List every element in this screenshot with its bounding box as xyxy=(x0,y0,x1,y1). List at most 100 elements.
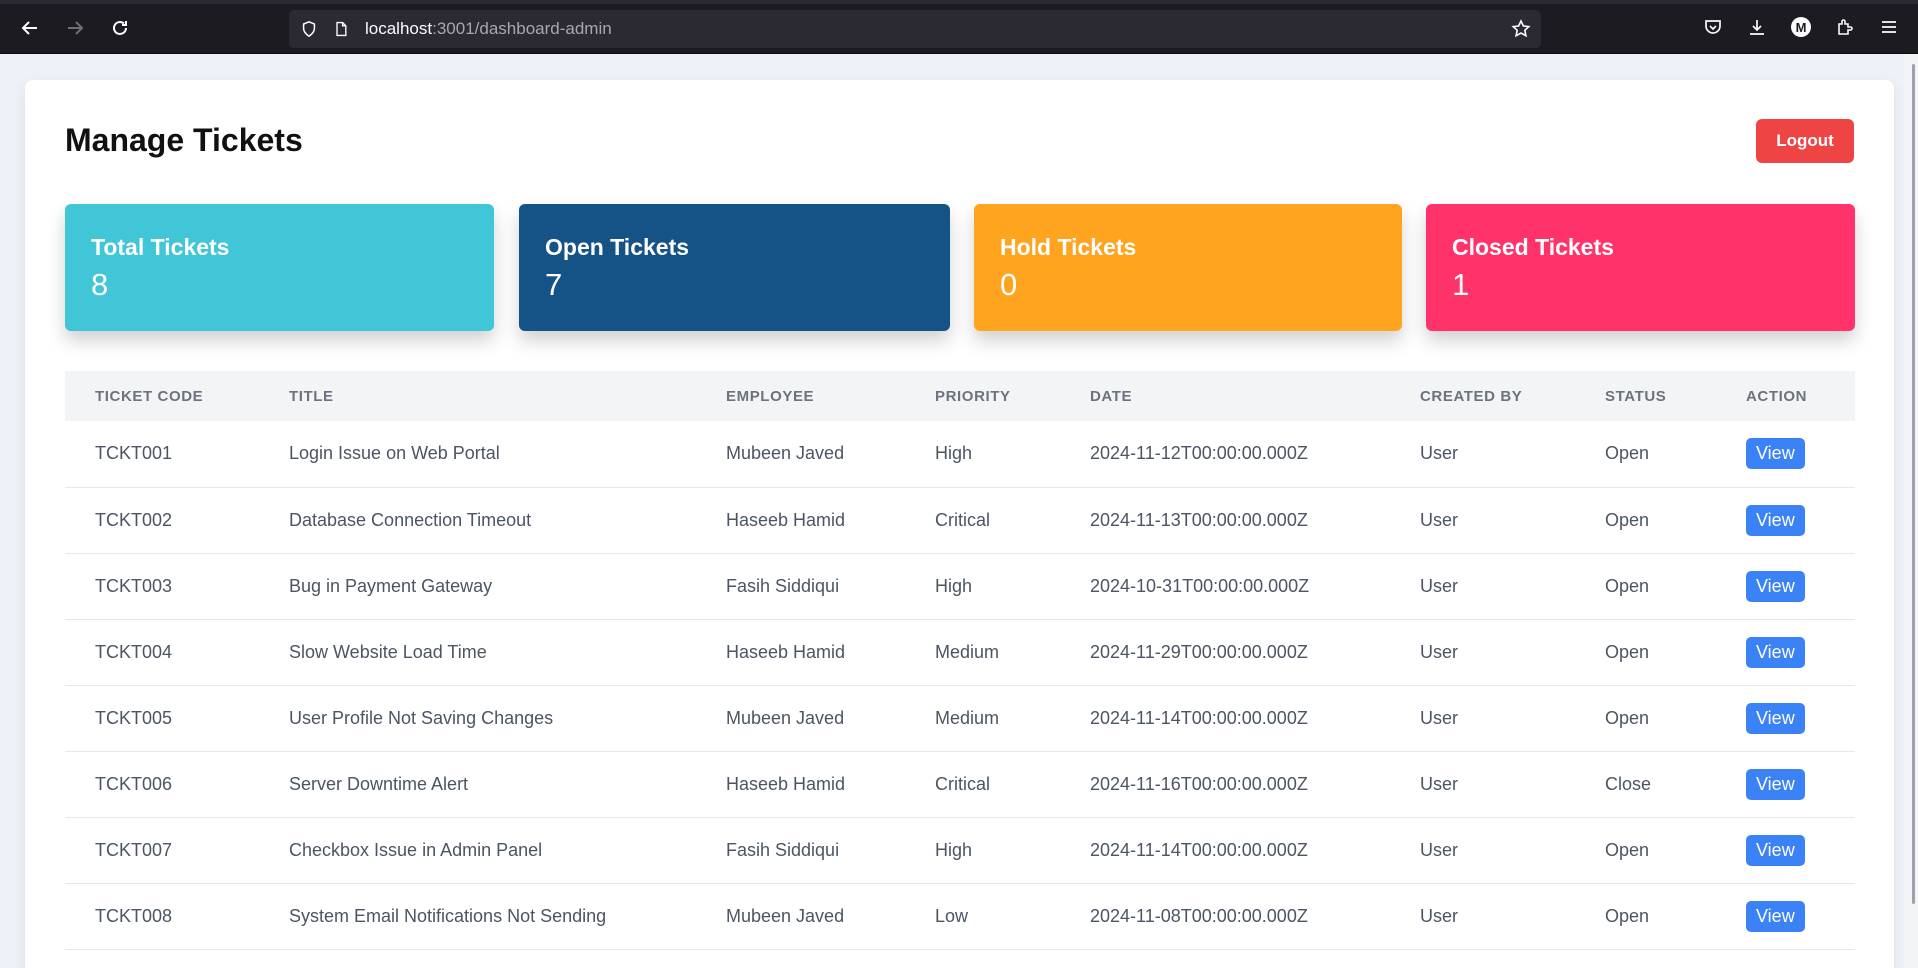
cell-priority: High xyxy=(905,553,1060,620)
table-row: TCKT007 Checkbox Issue in Admin Panel Fasi… xyxy=(65,817,1855,884)
reload-icon[interactable] xyxy=(102,12,138,44)
table-row: TCKT001 Login Issue on Web Portal Mubeen J… xyxy=(65,421,1855,488)
tickets-table: TICKET CODE TITLE EMPLOYEE PRIORITY DATE… xyxy=(65,371,1855,950)
cell-status: Open xyxy=(1575,487,1716,554)
cell-employee: Mubeen Javed xyxy=(696,685,905,752)
view-ticket-button[interactable]: View xyxy=(1746,768,1805,800)
view-ticket-button[interactable]: View xyxy=(1746,636,1805,668)
cell-ticket-code: TCKT003 xyxy=(65,553,259,620)
cell-created-by: User xyxy=(1390,487,1575,554)
cell-date: 2024-11-14T00:00:00.000Z xyxy=(1060,817,1390,884)
stat-value: 1 xyxy=(1452,267,1470,302)
col-header-title: TITLE xyxy=(289,387,334,405)
cell-created-by: User xyxy=(1390,421,1575,488)
cell-date: 2024-11-13T00:00:00.000Z xyxy=(1060,487,1390,554)
pocket-icon[interactable] xyxy=(1700,14,1726,40)
cell-status: Open xyxy=(1575,685,1716,752)
cell-employee: Mubeen Javed xyxy=(696,883,905,950)
view-ticket-button[interactable]: View xyxy=(1746,702,1805,734)
cell-status: Open xyxy=(1575,883,1716,950)
table-row: TCKT006 Server Downtime Alert Haseeb Hamid… xyxy=(65,751,1855,818)
page-scrollbar[interactable] xyxy=(1904,54,1918,968)
cell-created-by: User xyxy=(1390,883,1575,950)
view-ticket-button[interactable]: View xyxy=(1746,900,1805,932)
cell-title: Server Downtime Alert xyxy=(259,751,696,818)
table-row: TCKT008 System Email Notifications Not Se… xyxy=(65,883,1855,950)
table-header-row: TICKET CODE TITLE EMPLOYEE PRIORITY DATE… xyxy=(65,371,1855,421)
cell-title: Bug in Payment Gateway xyxy=(259,553,696,620)
table-row: TCKT004 Slow Website Load Time Haseeb Hami… xyxy=(65,619,1855,686)
url-bar[interactable]: localhost:3001/dashboard-admin xyxy=(289,10,1541,48)
cell-ticket-code: TCKT002 xyxy=(65,487,259,554)
cell-date: 2024-10-31T00:00:00.000Z xyxy=(1060,553,1390,620)
cell-title: Database Connection Timeout xyxy=(259,487,696,554)
cell-created-by: User xyxy=(1390,553,1575,620)
stat-card-total: Total Tickets 8 xyxy=(65,204,494,331)
back-icon[interactable] xyxy=(12,12,48,44)
cell-title: System Email Notifications Not Sending xyxy=(259,883,696,950)
logout-button[interactable]: Logout xyxy=(1756,119,1854,163)
col-header-employee: EMPLOYEE xyxy=(726,387,815,405)
cell-priority: Critical xyxy=(905,751,1060,818)
cell-title: Login Issue on Web Portal xyxy=(259,421,696,488)
cell-action: View xyxy=(1716,553,1855,620)
cell-date: 2024-11-29T00:00:00.000Z xyxy=(1060,619,1390,686)
cell-priority: Low xyxy=(905,883,1060,950)
cell-action: View xyxy=(1716,883,1855,950)
cell-created-by: User xyxy=(1390,751,1575,818)
cell-priority: Medium xyxy=(905,685,1060,752)
col-header-priority: PRIORITY xyxy=(935,387,1011,405)
shield-icon[interactable] xyxy=(299,19,319,39)
col-header-status: STATUS xyxy=(1605,387,1667,405)
col-header-action: ACTION xyxy=(1746,387,1808,405)
view-ticket-button[interactable]: View xyxy=(1746,834,1805,866)
stat-card-open: Open Tickets 7 xyxy=(519,204,950,331)
table-row: TCKT003 Bug in Payment Gateway Fasih Siddi… xyxy=(65,553,1855,620)
cell-status: Open xyxy=(1575,553,1716,620)
stat-card-closed: Closed Tickets 1 xyxy=(1426,204,1855,331)
page-icon xyxy=(331,19,351,39)
forward-icon[interactable] xyxy=(57,12,93,44)
stat-label: Closed Tickets xyxy=(1452,234,1614,260)
page-title: Manage Tickets xyxy=(65,122,303,158)
download-icon[interactable] xyxy=(1744,14,1770,40)
stat-label: Open Tickets xyxy=(545,234,690,260)
bookmark-star-icon[interactable] xyxy=(1511,19,1531,39)
cell-priority: High xyxy=(905,817,1060,884)
view-ticket-button[interactable]: View xyxy=(1746,438,1805,470)
cell-employee: Mubeen Javed xyxy=(696,421,905,488)
url-text[interactable]: localhost:3001/dashboard-admin xyxy=(365,19,612,39)
account-icon[interactable]: M xyxy=(1788,14,1814,40)
view-ticket-button[interactable]: View xyxy=(1746,504,1805,536)
cell-status: Close xyxy=(1575,751,1716,818)
table-row: TCKT005 User Profile Not Saving Changes Mu… xyxy=(65,685,1855,752)
scrollbar-thumb[interactable] xyxy=(1912,64,1915,904)
cell-action: View xyxy=(1716,685,1855,752)
cell-status: Open xyxy=(1575,421,1716,488)
cell-ticket-code: TCKT005 xyxy=(65,685,259,752)
extensions-icon[interactable] xyxy=(1832,14,1858,40)
stat-label: Hold Tickets xyxy=(1000,234,1137,260)
view-ticket-button[interactable]: View xyxy=(1746,570,1805,602)
cell-date: 2024-11-14T00:00:00.000Z xyxy=(1060,685,1390,752)
browser-toolbar: localhost:3001/dashboard-admin M xyxy=(0,0,1918,54)
col-header-date: DATE xyxy=(1090,387,1133,405)
cell-date: 2024-11-16T00:00:00.000Z xyxy=(1060,751,1390,818)
stat-value: 8 xyxy=(91,267,109,302)
profile-avatar: M xyxy=(1791,17,1811,37)
dashboard-panel: Manage Tickets Logout Total Tickets 8 Op… xyxy=(25,80,1894,968)
cell-date: 2024-11-08T00:00:00.000Z xyxy=(1060,883,1390,950)
cell-action: View xyxy=(1716,487,1855,554)
cell-action: View xyxy=(1716,619,1855,686)
cell-title: User Profile Not Saving Changes xyxy=(259,685,696,752)
cell-ticket-code: TCKT004 xyxy=(65,619,259,686)
cell-employee: Haseeb Hamid xyxy=(696,487,905,554)
cell-action: View xyxy=(1716,751,1855,818)
cell-created-by: User xyxy=(1390,619,1575,686)
cell-created-by: User xyxy=(1390,817,1575,884)
cell-priority: High xyxy=(905,421,1060,488)
cell-date: 2024-11-12T00:00:00.000Z xyxy=(1060,421,1390,488)
stat-value: 0 xyxy=(1000,267,1018,302)
cell-employee: Fasih Siddiqui xyxy=(696,553,905,620)
menu-icon[interactable] xyxy=(1876,14,1902,40)
